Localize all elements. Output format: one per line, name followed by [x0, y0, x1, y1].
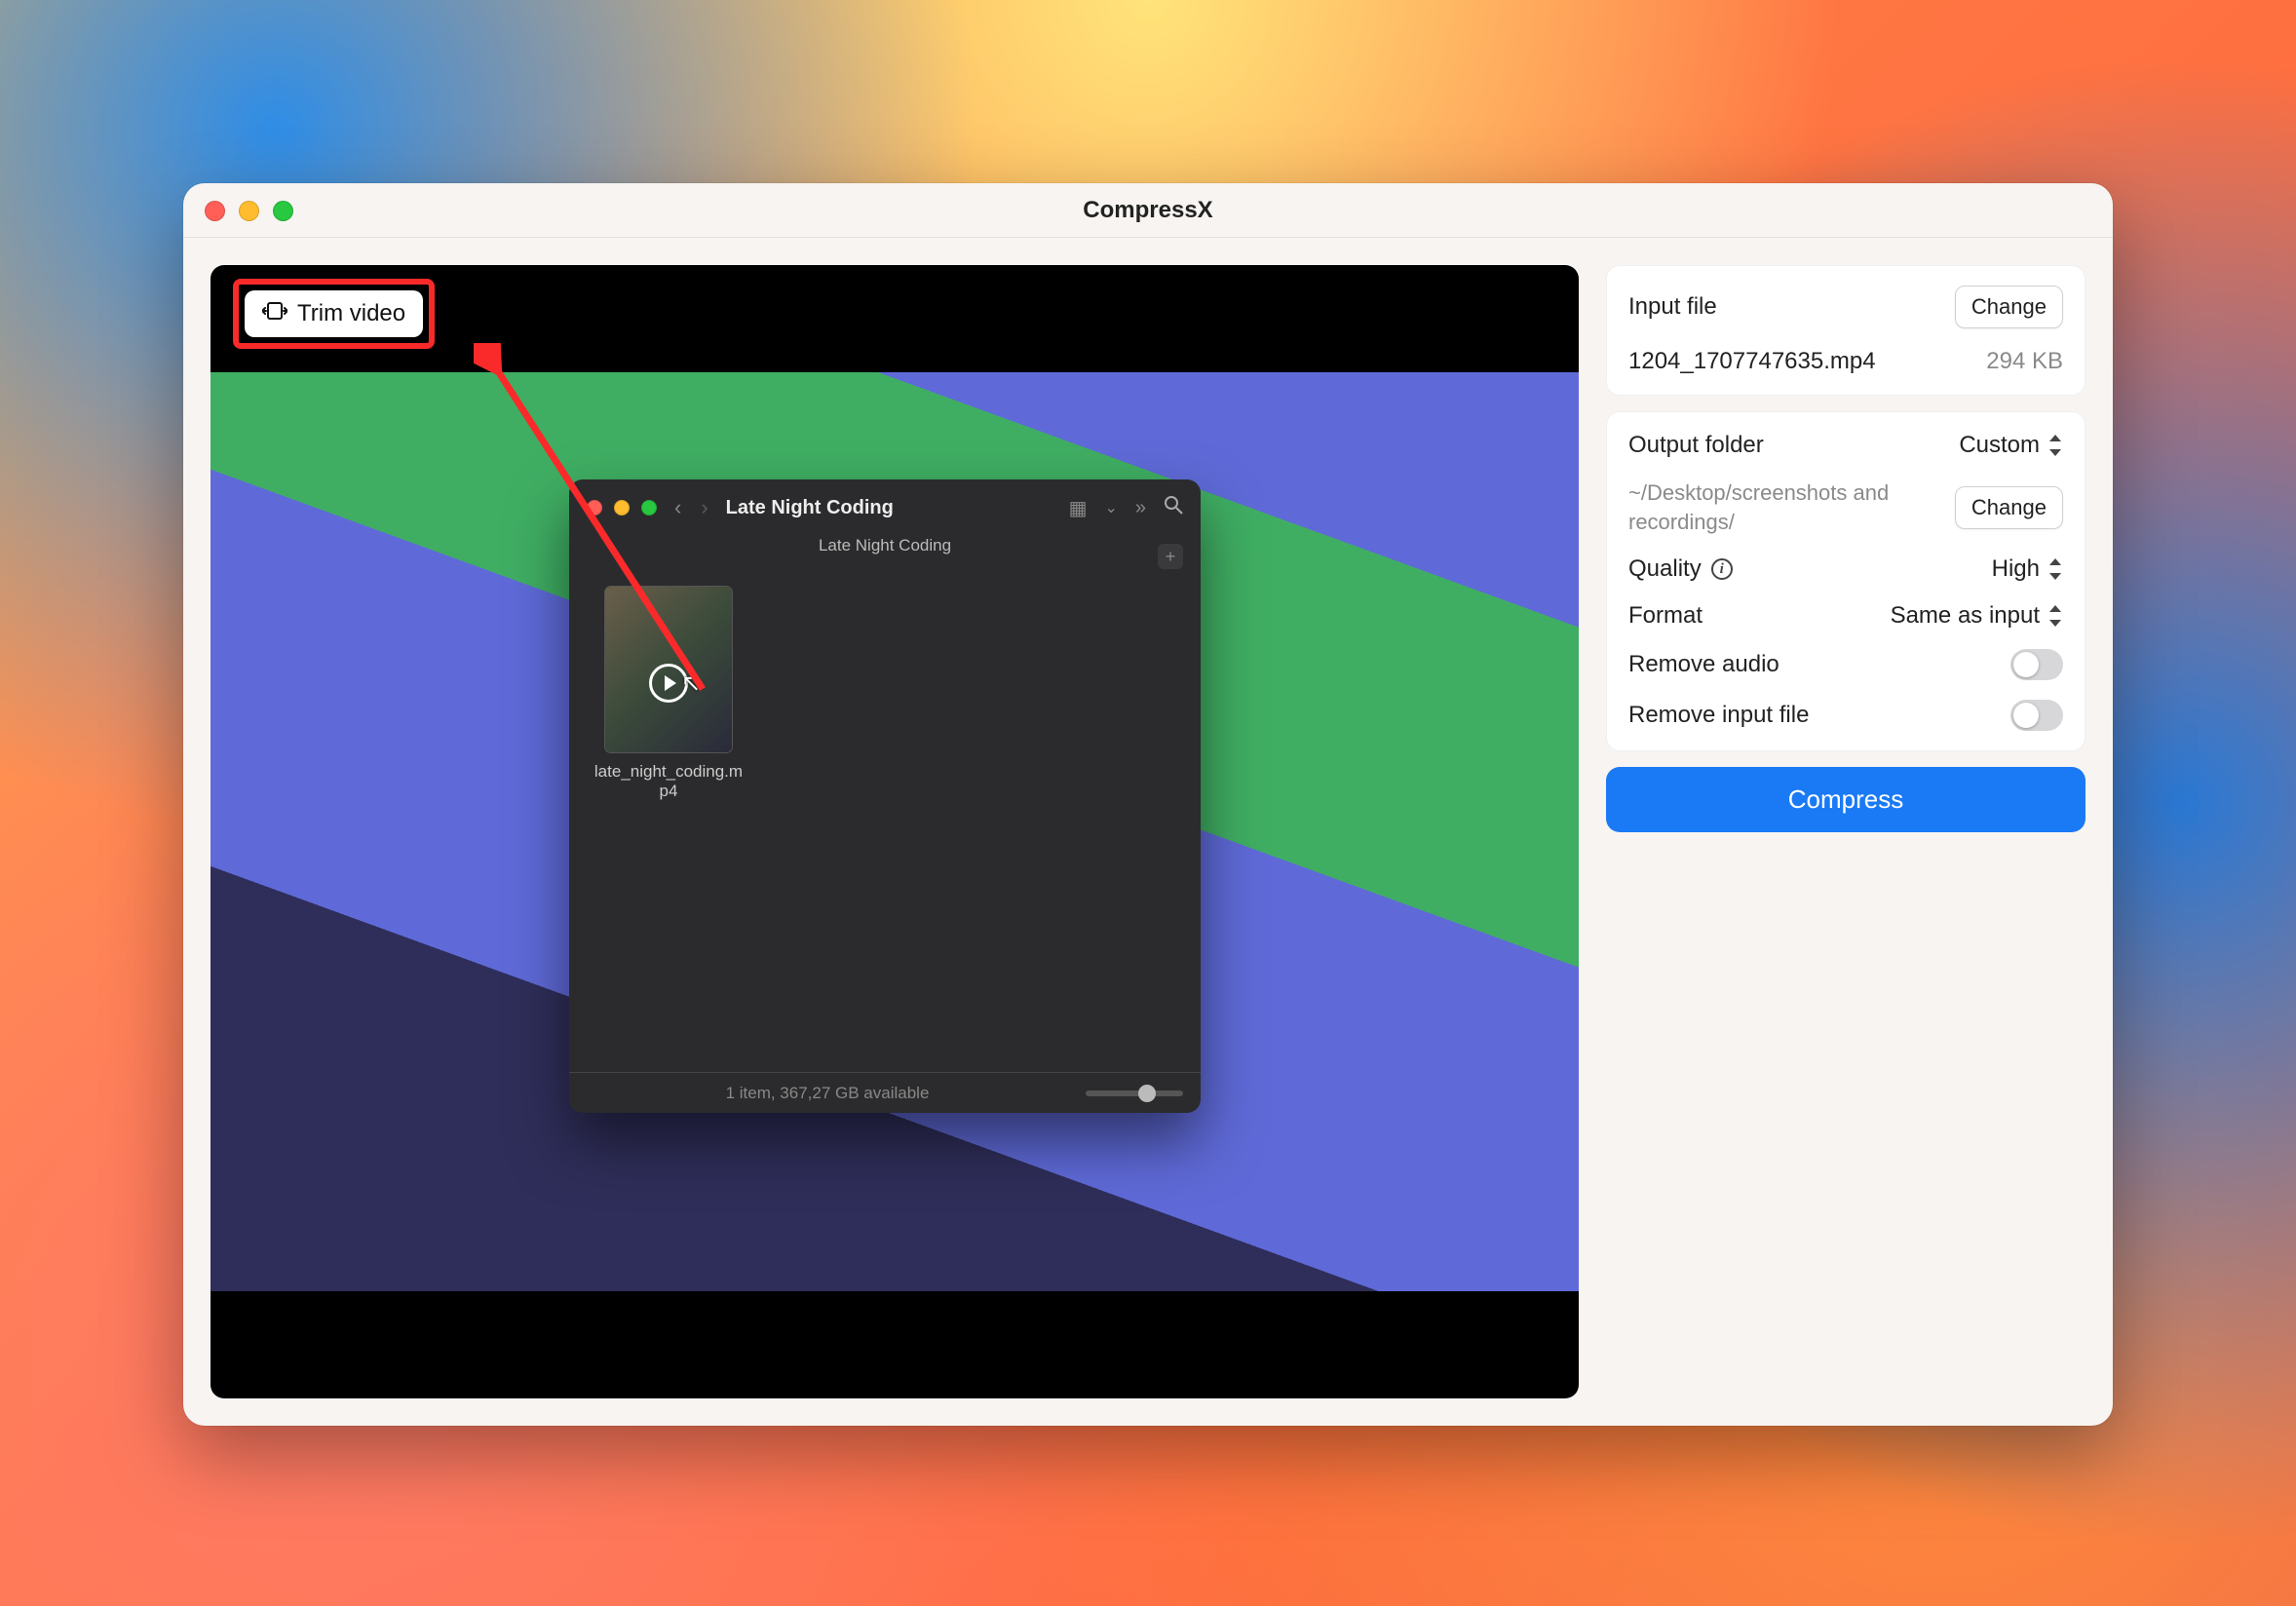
format-label: Format	[1628, 602, 1877, 630]
finder-subtitle: Late Night Coding	[569, 536, 1201, 565]
options-card: Output folder Custom ~/Desktop/screensho…	[1606, 411, 2086, 751]
trim-video-button[interactable]: Trim video	[245, 290, 423, 337]
remove-audio-toggle[interactable]	[2010, 649, 2063, 680]
finder-minimize-button[interactable]	[614, 500, 630, 516]
finder-zoom-slider[interactable]	[1086, 1090, 1183, 1096]
window-body: Trim video	[183, 238, 2113, 1426]
quality-info-icon[interactable]: i	[1711, 558, 1733, 580]
trim-icon	[262, 300, 287, 327]
annotation-highlight-box: Trim video	[233, 279, 435, 349]
output-folder-path: ~/Desktop/screenshots and recordings/	[1628, 478, 1941, 536]
finder-zoom-button[interactable]	[641, 500, 657, 516]
close-window-button[interactable]	[205, 201, 225, 221]
output-folder-select[interactable]: Custom	[1959, 432, 2063, 459]
preview-finder-window: ‹ › Late Night Coding ▦ ⌄ » Late Night C…	[569, 479, 1201, 1113]
updown-icon	[2047, 558, 2063, 580]
remove-audio-label: Remove audio	[1628, 651, 1997, 678]
trim-video-label: Trim video	[297, 300, 405, 327]
finder-forward-button[interactable]: ›	[701, 495, 708, 520]
input-file-label: Input file	[1628, 293, 1941, 321]
format-select[interactable]: Same as input	[1891, 602, 2063, 630]
input-file-card: Input file Change 1204_1707747635.mp4 29…	[1606, 265, 2086, 396]
output-folder-value: Custom	[1959, 432, 2040, 459]
settings-panel: Input file Change 1204_1707747635.mp4 29…	[1606, 265, 2086, 1398]
video-preview-pane: Trim video	[210, 265, 1579, 1398]
zoom-window-button[interactable]	[273, 201, 293, 221]
file-thumbnail: ↖	[605, 587, 732, 752]
app-window: CompressX Trim video	[183, 183, 2113, 1426]
input-file-name: 1204_1707747635.mp4	[1628, 348, 1972, 375]
finder-back-button[interactable]: ‹	[674, 495, 681, 520]
remove-input-label: Remove input file	[1628, 702, 1997, 729]
format-value: Same as input	[1891, 602, 2040, 630]
quality-label: Quality	[1628, 555, 1702, 583]
compress-button[interactable]: Compress	[1606, 767, 2086, 832]
updown-icon	[2047, 435, 2063, 456]
finder-status-text: 1 item, 367,27 GB available	[587, 1084, 1068, 1103]
window-title: CompressX	[1083, 197, 1212, 224]
output-folder-label: Output folder	[1628, 432, 1945, 459]
cursor-icon: ↖	[681, 669, 701, 698]
view-options-icon[interactable]: ⌄	[1104, 498, 1117, 517]
remove-input-toggle[interactable]	[2010, 700, 2063, 731]
finder-nav: ‹ ›	[674, 495, 708, 520]
input-file-size: 294 KB	[1986, 348, 2063, 375]
file-item[interactable]: ↖ late_night_coding.mp4	[591, 587, 746, 801]
finder-title: Late Night Coding	[726, 497, 894, 519]
more-icon[interactable]: »	[1135, 497, 1146, 519]
window-controls	[205, 183, 293, 238]
updown-icon	[2047, 605, 2063, 627]
change-input-button[interactable]: Change	[1955, 286, 2063, 328]
titlebar: CompressX	[183, 183, 2113, 238]
file-name-label: late_night_coding.mp4	[591, 762, 746, 801]
change-output-button[interactable]: Change	[1955, 486, 2063, 529]
finder-window-controls	[587, 500, 657, 516]
quality-select[interactable]: High	[1992, 555, 2063, 583]
finder-body: ↖ late_night_coding.mp4	[569, 565, 1201, 1072]
quality-value: High	[1992, 555, 2040, 583]
finder-statusbar: 1 item, 367,27 GB available	[569, 1072, 1201, 1113]
grid-view-icon[interactable]: ▦	[1069, 496, 1088, 520]
search-icon[interactable]	[1164, 495, 1183, 520]
finder-close-button[interactable]	[587, 500, 602, 516]
finder-toolbar: ‹ › Late Night Coding ▦ ⌄ »	[569, 479, 1201, 536]
minimize-window-button[interactable]	[239, 201, 259, 221]
